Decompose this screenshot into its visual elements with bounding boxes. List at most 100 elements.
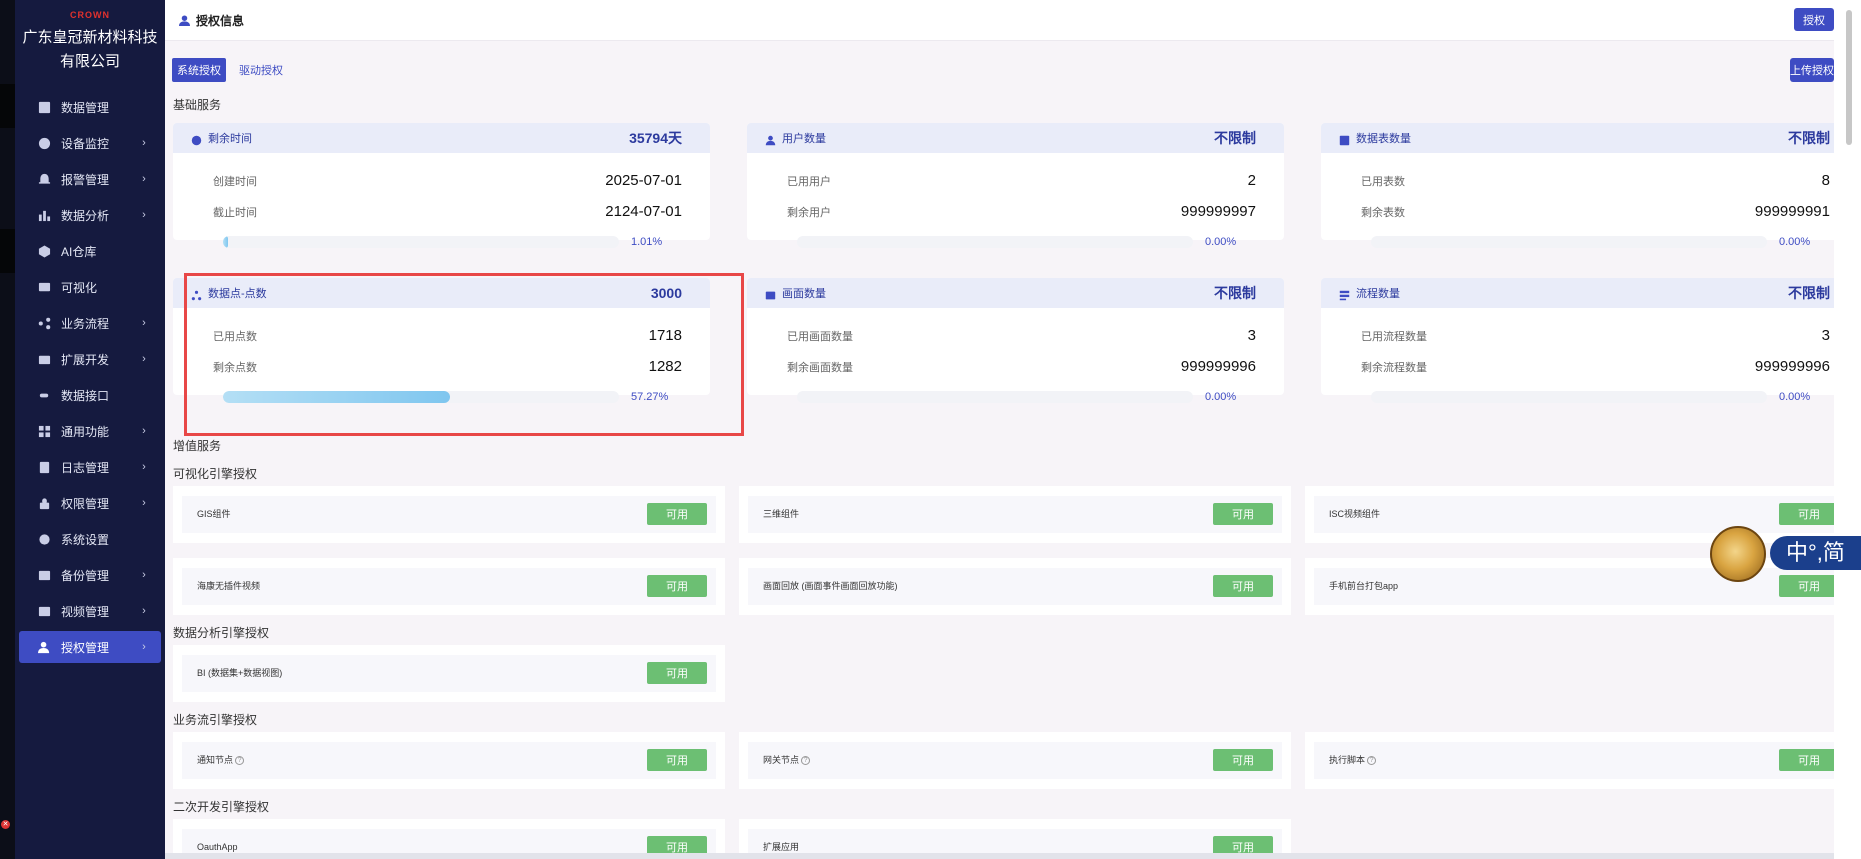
sidebar-item[interactable]: 数据分析 › [19, 199, 161, 231]
progress-bar [1371, 391, 1767, 403]
available-badge[interactable]: 可用 [647, 575, 707, 597]
stat-card-title: 画面数量 [782, 288, 826, 300]
progress-percent: 0.00% [1779, 391, 1811, 403]
available-badge[interactable]: 可用 [1213, 575, 1273, 597]
sidebar-item-label: 扩展开发 [61, 352, 110, 367]
feature-label: 画面回放 (画面事件画面回放功能) [763, 581, 898, 591]
available-badge[interactable]: 可用 [1213, 749, 1273, 771]
stat-card-title: 用户数量 [782, 133, 826, 145]
right-edge-strip [1834, 0, 1861, 859]
stat-row-value: 2025-07-01 [605, 172, 682, 189]
sidebar-item-label: 业务流程 [61, 316, 110, 331]
stat-row-value: 3 [1247, 327, 1256, 344]
feature-item: 海康无插件视频 可用 [173, 558, 725, 615]
help-icon[interactable]: ? [801, 756, 811, 766]
available-badge[interactable]: 可用 [647, 662, 707, 684]
sidebar-item[interactable]: 视频管理 › [19, 595, 161, 627]
section-title-analysis-engine: 数据分析引擎授权 [173, 626, 270, 640]
progress-fill [223, 236, 228, 248]
sidebar-item[interactable]: 业务流程 › [19, 307, 161, 339]
sidebar-item-label: 设备监控 [61, 136, 110, 151]
section-title-basic: 基础服务 [173, 98, 222, 112]
sidebar-item[interactable]: 数据管理 [19, 91, 161, 123]
sidebar-item[interactable]: 数据接口 [19, 379, 161, 411]
feature-row: 网关节点? 可用 [748, 742, 1282, 779]
progress-percent: 0.00% [1779, 236, 1811, 248]
lock-icon [37, 496, 51, 510]
stat-card-header: 用户数量 不限制 [747, 123, 1284, 153]
sidebar-item[interactable]: 权限管理 › [19, 487, 161, 519]
sidebar-item[interactable]: 设备监控 › [19, 127, 161, 159]
screen-icon [37, 280, 51, 294]
stat-row-label: 剩余流程数量 [1361, 362, 1427, 374]
available-badge[interactable]: 可用 [1779, 749, 1839, 771]
feature-item: 画面回放 (画面事件画面回放功能) 可用 [739, 558, 1291, 615]
feature-label: 通知节点 [197, 755, 234, 765]
sidebar-item-label: 数据管理 [61, 100, 110, 115]
tab-system-license[interactable]: 系统授权 [172, 58, 226, 82]
authorize-button[interactable]: 授权 [1794, 8, 1834, 31]
feature-item: 通知节点? 可用 [173, 732, 725, 789]
sidebar: CROWN 广东皇冠新材料科技 有限公司 数据管理 设备监控 › 报警管理 › 数据分析 ›… [15, 0, 165, 859]
stat-card-title: 剩余时间 [208, 133, 252, 145]
ime-status[interactable]: 中°,简 [1770, 536, 1861, 570]
alarm-icon [37, 172, 51, 186]
stat-card-total: 不限制 [1788, 285, 1830, 301]
chevron-right-icon: › [142, 209, 146, 221]
feature-item: GIS组件 可用 [173, 486, 725, 543]
help-icon[interactable]: ? [1367, 756, 1377, 766]
feature-label: 网关节点 [763, 755, 800, 765]
upload-license-button[interactable]: 上传授权 [1790, 58, 1834, 82]
sidebar-item[interactable]: 日志管理 › [19, 451, 161, 483]
ime-toolbar[interactable]: 中°,简 [1710, 526, 1861, 582]
feature-label: GIS组件 [197, 509, 231, 519]
ime-logo-icon[interactable] [1710, 526, 1766, 582]
sidebar-item[interactable]: 通用功能 › [19, 415, 161, 447]
feature-label: BI (数据集+数据视图) [197, 668, 283, 678]
edge-block [0, 84, 15, 128]
section-title-flow-engine: 业务流引擎授权 [173, 713, 258, 727]
feature-row: 通知节点? 可用 [182, 742, 716, 779]
sidebar-item[interactable]: 系统设置 [19, 523, 161, 555]
sidebar-item[interactable]: 报警管理 › [19, 163, 161, 195]
picture-icon [765, 288, 776, 299]
available-badge[interactable]: 可用 [1213, 503, 1273, 525]
available-badge[interactable]: 可用 [647, 749, 707, 771]
left-edge-strip: ✕ [0, 0, 15, 859]
progress-bar [223, 236, 619, 248]
sidebar-item-label: 数据接口 [61, 388, 110, 403]
help-icon[interactable]: ? [235, 756, 245, 766]
available-badge[interactable]: 可用 [1779, 503, 1839, 525]
feature-item: 执行脚本? 可用 [1305, 732, 1857, 789]
sidebar-item[interactable]: 可视化 [19, 271, 161, 303]
sidebar-item-label: 系统设置 [61, 532, 110, 547]
feature-row: 三维组件 可用 [748, 496, 1282, 533]
tab-bar: 系统授权 驱动授权 [172, 58, 296, 82]
chevron-right-icon: › [142, 353, 146, 365]
stat-row-value: 8 [1821, 172, 1830, 189]
sidebar-item-label: 视频管理 [61, 604, 110, 619]
sidebar-item[interactable]: AI仓库 [19, 235, 161, 267]
stat-card-total: 不限制 [1214, 285, 1256, 301]
stat-row-value: 3 [1821, 327, 1830, 344]
available-badge[interactable]: 可用 [647, 503, 707, 525]
monitor-icon [37, 136, 51, 150]
feature-label: 海康无插件视频 [197, 581, 261, 591]
sidebar-item-label: 可视化 [61, 280, 98, 295]
stat-card: 数据表数量 不限制 已用表数 8 剩余表数 999999991 0.00% [1321, 123, 1858, 248]
close-icon[interactable]: ✕ [1, 820, 10, 829]
stat-card-title: 数据表数量 [1356, 133, 1411, 145]
grid-icon [37, 424, 51, 438]
progress-bar [797, 236, 1193, 248]
sidebar-item[interactable]: 扩展开发 › [19, 343, 161, 375]
section-title-value-added: 增值服务 [173, 439, 222, 453]
tab-driver-license[interactable]: 驱动授权 [234, 58, 288, 82]
plug-icon [37, 388, 51, 402]
scrollbar-thumb[interactable] [1846, 10, 1852, 145]
stat-card-total: 不限制 [1788, 130, 1830, 146]
log-icon [37, 460, 51, 474]
sidebar-item[interactable]: 授权管理 › [19, 631, 161, 663]
stat-row-value: 999999991 [1754, 203, 1830, 220]
sidebar-item[interactable]: 备份管理 › [19, 559, 161, 591]
stat-card-header: 剩余时间 35794天 [173, 123, 710, 153]
